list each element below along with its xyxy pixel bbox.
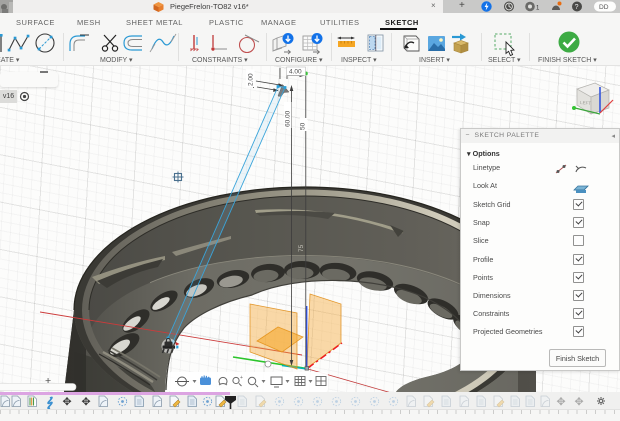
svg-text:75: 75 bbox=[298, 244, 305, 252]
svg-text:1: 1 bbox=[536, 6, 540, 12]
svg-text:+: + bbox=[240, 375, 243, 381]
svg-text:2.00: 2.00 bbox=[248, 73, 255, 86]
svg-text:LEFT: LEFT bbox=[580, 100, 592, 106]
svg-text:?: ? bbox=[575, 4, 579, 11]
svg-text:4.00: 4.00 bbox=[289, 69, 302, 76]
svg-text:60.00: 60.00 bbox=[285, 110, 292, 127]
svg-text:DD: DD bbox=[599, 4, 609, 11]
svg-text:50: 50 bbox=[300, 122, 307, 130]
